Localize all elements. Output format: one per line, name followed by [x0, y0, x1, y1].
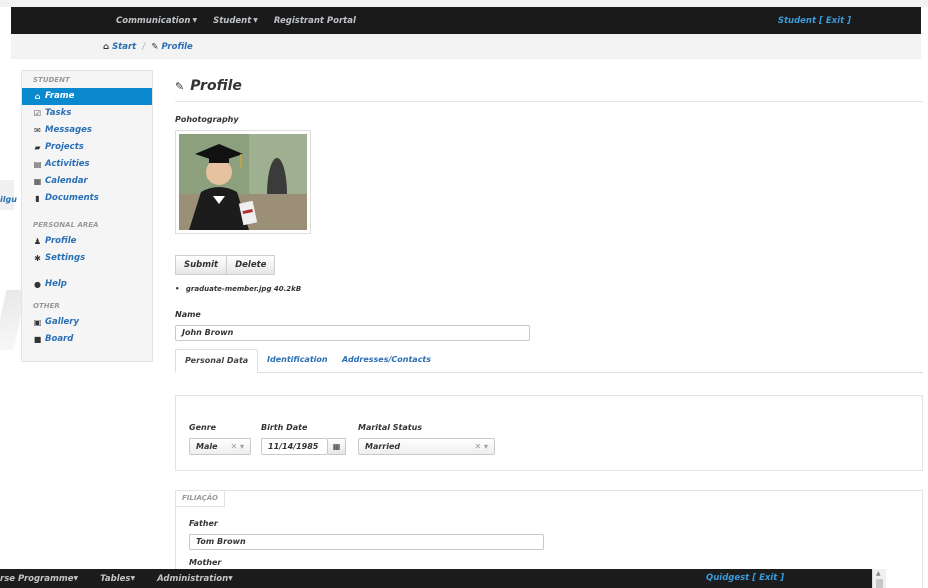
- pencil-icon: ✎: [175, 79, 185, 93]
- bottom-menu: rse Programme▼ Tables▼ Administration▼: [0, 569, 233, 588]
- bottom-navbar: rse Programme▼ Tables▼ Administration▼ Q…: [0, 569, 872, 588]
- personal-data-panel: Genre Male ✕ ▾ Birth Date 11/14/1985 ▦ M…: [175, 395, 923, 471]
- home-icon: ⌂: [34, 92, 41, 101]
- menu-communication[interactable]: Communication ▼: [116, 16, 197, 26]
- bottom-user-name[interactable]: Quidgest: [706, 573, 749, 583]
- clear-icon[interactable]: ✕: [474, 442, 481, 451]
- chevron-down-icon: ▾: [239, 442, 244, 451]
- folder-icon: ▰: [34, 143, 41, 152]
- info-icon: ●: [34, 280, 41, 289]
- breadcrumb: ⌂ Start / ✎ Profile: [11, 34, 921, 59]
- top-navbar: Communication ▼ Student ▼ Registrant Porta…: [11, 7, 921, 34]
- calendar-icon: ▦: [33, 177, 42, 186]
- user-name[interactable]: Student: [778, 16, 816, 26]
- home-icon: ⌂: [103, 41, 110, 52]
- file-size: 40.2kB: [273, 285, 302, 293]
- calendar-icon[interactable]: ▦: [328, 438, 346, 455]
- top-menu: Communication ▼ Student ▼ Registrant Porta…: [116, 7, 356, 34]
- scroll-up-icon[interactable]: ▲: [876, 570, 881, 577]
- father-label: Father: [189, 519, 218, 528]
- user-area: Student [ Exit ]: [778, 7, 851, 34]
- sidebar-item-settings[interactable]: ✱ Settings: [22, 250, 152, 267]
- menu-course-programme[interactable]: rse Programme▼: [0, 574, 78, 584]
- sidebar: STUDENT ⌂ Frame ☑ Tasks ✉ Messages ▰ Project…: [21, 70, 153, 362]
- background-strip: [0, 0, 928, 7]
- scrollbar[interactable]: ▲: [872, 569, 886, 588]
- sidebar-item-messages[interactable]: ✉ Messages: [22, 122, 152, 139]
- name-field[interactable]: John Brown: [175, 325, 530, 341]
- envelope-icon: ✉: [34, 126, 41, 135]
- picture-icon: ▣: [33, 318, 42, 327]
- bottom-user-area: Quidgest [ Exit ]: [706, 569, 784, 588]
- tab-bar: Personal Data Identification Addresses/C…: [175, 349, 923, 373]
- delete-button[interactable]: Delete: [227, 255, 276, 275]
- menu-administration[interactable]: Administration▼: [157, 574, 233, 584]
- sidebar-item-board[interactable]: ■ Board: [22, 331, 152, 348]
- mother-label: Mother: [189, 558, 222, 567]
- breadcrumb-current[interactable]: ✎ Profile: [151, 42, 192, 52]
- tab-addresses-contacts[interactable]: Addresses/Contacts: [333, 349, 440, 373]
- sidebar-item-tasks[interactable]: ☑ Tasks: [22, 105, 152, 122]
- cog-icon: ✱: [34, 254, 41, 263]
- sidebar-item-help[interactable]: ● Help: [22, 276, 152, 293]
- sidebar-item-calendar[interactable]: ▦ Calendar: [22, 173, 152, 190]
- sidebar-header-other: OTHER: [33, 302, 60, 310]
- sidebar-header-personal: PERSONAL AREA: [33, 221, 99, 229]
- filiacao-legend: FILIAÇÃO: [175, 490, 225, 507]
- genre-select[interactable]: Male ✕ ▾: [189, 438, 251, 455]
- background-link: ilgu: [0, 195, 17, 204]
- page-title: ✎ Profile: [175, 78, 242, 94]
- genre-label: Genre: [189, 423, 217, 432]
- chevron-down-icon: ▾: [483, 442, 488, 451]
- sidebar-item-projects[interactable]: ▰ Projects: [22, 139, 152, 156]
- photo-label: Pohotography: [175, 115, 239, 124]
- sidebar-item-activities[interactable]: ▤ Activities: [22, 156, 152, 173]
- menu-tables[interactable]: Tables▼: [100, 574, 135, 584]
- check-icon: ☑: [33, 109, 42, 118]
- upload-button-group: Submit Delete: [175, 255, 276, 275]
- profile-photo: [179, 134, 307, 230]
- birth-date-label: Birth Date: [261, 423, 308, 432]
- menu-student[interactable]: Student ▼: [213, 16, 258, 26]
- file-icon: ▮: [35, 194, 40, 203]
- tab-identification[interactable]: Identification: [258, 349, 337, 373]
- father-field[interactable]: Tom Brown: [189, 534, 544, 550]
- pencil-icon: ✎: [151, 41, 159, 52]
- sidebar-header-student: STUDENT: [33, 76, 70, 84]
- tab-personal-data[interactable]: Personal Data: [175, 349, 259, 373]
- breadcrumb-separator: /: [142, 41, 146, 52]
- exit-link[interactable]: [ Exit ]: [819, 16, 851, 26]
- scroll-thumb[interactable]: [876, 579, 883, 588]
- clear-icon[interactable]: ✕: [230, 442, 237, 451]
- birth-date-field[interactable]: 11/14/1985: [261, 438, 328, 455]
- divider: [175, 101, 923, 102]
- sidebar-item-profile[interactable]: ♟ Profile: [22, 233, 152, 250]
- user-icon: ♟: [33, 237, 42, 246]
- breadcrumb-start[interactable]: ⌂ Start: [103, 42, 136, 52]
- menu-registrant-portal[interactable]: Registrant Portal: [274, 16, 356, 26]
- photo-frame[interactable]: [175, 130, 311, 234]
- submit-button[interactable]: Submit: [175, 255, 228, 275]
- name-label: Name: [175, 310, 201, 319]
- file-info: • graduate-member.jpg 40.2kB: [175, 285, 302, 293]
- square-icon: ■: [33, 335, 42, 344]
- sidebar-item-gallery[interactable]: ▣ Gallery: [22, 314, 152, 331]
- file-name[interactable]: graduate-member.jpg: [186, 285, 272, 293]
- sidebar-item-frame[interactable]: ⌂ Frame: [22, 88, 152, 105]
- bottom-exit-link[interactable]: [ Exit ]: [752, 573, 784, 583]
- list-icon: ▤: [33, 160, 42, 169]
- marital-status-select[interactable]: Married ✕ ▾: [358, 438, 495, 455]
- sidebar-item-documents[interactable]: ▮ Documents: [22, 190, 152, 207]
- marital-status-label: Marital Status: [358, 423, 423, 432]
